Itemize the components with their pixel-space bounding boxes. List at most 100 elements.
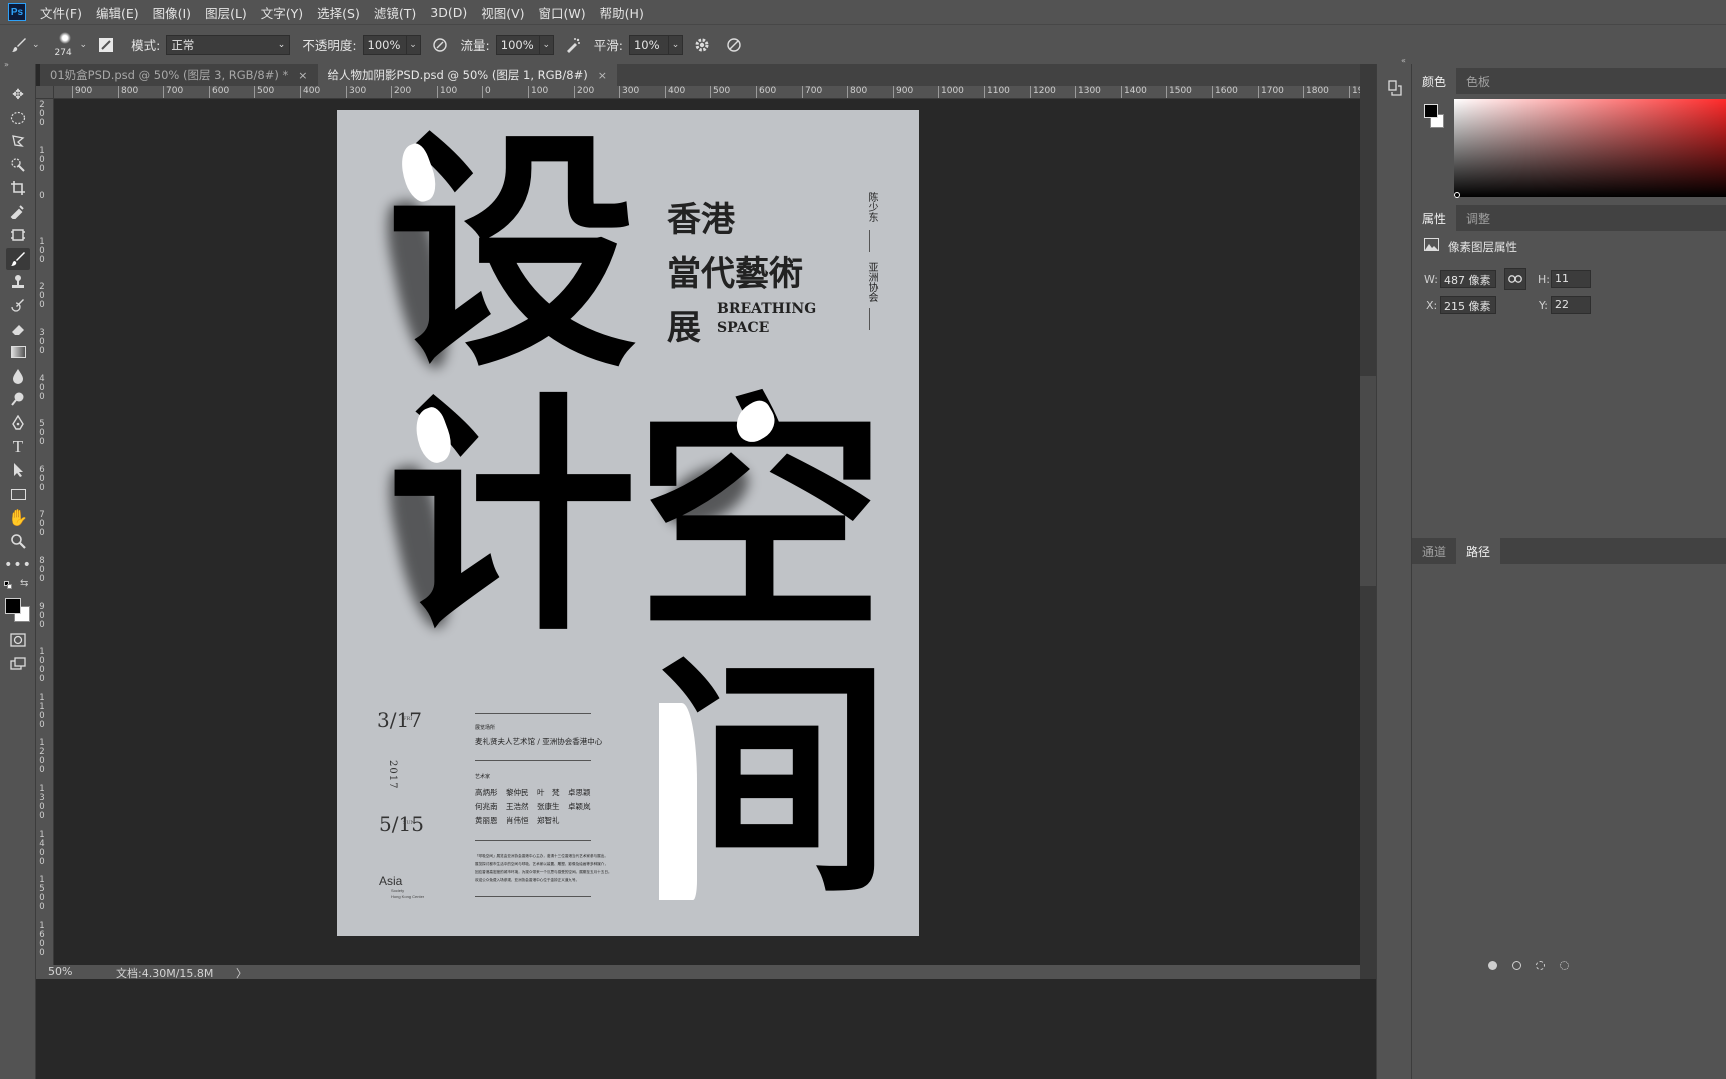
rectangle-tool-icon[interactable] <box>6 483 30 505</box>
toolbar-collapse-icon[interactable]: » <box>4 60 9 69</box>
quick-mask-icon[interactable] <box>6 629 30 651</box>
fill-path-icon[interactable] <box>1488 961 1497 970</box>
move-tool-icon[interactable]: ✥ <box>6 84 30 106</box>
brush-tool-icon[interactable] <box>8 34 30 56</box>
poster-vertical-line <box>869 308 870 330</box>
menu-help[interactable]: 帮助(H) <box>600 3 644 22</box>
smooth-input[interactable]: 10% <box>628 34 669 55</box>
path-select-tool-icon[interactable] <box>6 459 30 481</box>
color-panel-tabs: 颜色 色板 <box>1412 68 1726 94</box>
foreground-color-swatch[interactable] <box>5 598 21 614</box>
height-input[interactable]: 11 <box>1551 270 1591 288</box>
ruler-tick-label: 700 <box>39 510 45 538</box>
history-brush-tool-icon[interactable] <box>6 294 30 316</box>
opacity-dropdown[interactable]: ⌄ <box>406 34 421 55</box>
zoom-level[interactable]: 50% <box>48 965 72 978</box>
tab-paths[interactable]: 路径 <box>1456 538 1501 564</box>
quick-select-tool-icon[interactable] <box>6 154 30 176</box>
photoshop-logo[interactable]: Ps <box>8 3 26 21</box>
scrollbar-thumb[interactable] <box>1360 376 1376 586</box>
brush-preset-picker[interactable]: 274 <box>54 30 76 60</box>
x-input[interactable]: 215 像素 <box>1440 296 1496 314</box>
asia-logo-text: Asia <box>379 874 403 888</box>
menu-3d[interactable]: 3D(D) <box>430 5 467 20</box>
menu-view[interactable]: 视图(V) <box>481 3 524 22</box>
tab-document-1[interactable]: 01奶盒PSD.psd @ 50% (图层 3, RGB/8#) * × <box>40 64 318 86</box>
ruler-origin[interactable] <box>36 86 54 99</box>
opacity-input[interactable]: 100% <box>362 34 407 55</box>
link-dimensions-icon[interactable] <box>1504 268 1526 290</box>
brush-tool-icon[interactable] <box>6 248 30 270</box>
history-panel-icon[interactable] <box>1386 78 1404 98</box>
menu-edit[interactable]: 编辑(E) <box>96 3 139 22</box>
menu-layer[interactable]: 图层(L) <box>205 3 247 22</box>
tab-color[interactable]: 颜色 <box>1412 68 1457 94</box>
gradient-tool-icon[interactable] <box>6 341 30 363</box>
mode-value: 正常 <box>171 37 195 52</box>
dodge-tool-icon[interactable] <box>6 388 30 410</box>
zoom-tool-icon[interactable] <box>6 530 30 552</box>
ruler-tick <box>118 86 119 98</box>
artist-name: 黄丽恩 <box>475 816 498 825</box>
tab-properties[interactable]: 属性 <box>1412 205 1457 231</box>
crop-tool-icon[interactable] <box>6 177 30 199</box>
make-work-path-icon[interactable] <box>1560 961 1569 970</box>
mode-select[interactable]: 正常 ⌄ <box>166 34 291 55</box>
ruler-tick <box>482 86 483 98</box>
marquee-tool-icon[interactable] <box>6 107 30 129</box>
tab-channels[interactable]: 通道 <box>1412 538 1456 564</box>
stroke-path-icon[interactable] <box>1512 961 1521 970</box>
default-colors-icon[interactable] <box>4 581 12 589</box>
menu-image[interactable]: 图像(I) <box>153 3 191 22</box>
smooth-value: 10% <box>633 37 660 52</box>
hand-tool-icon[interactable]: ✋ <box>6 506 30 528</box>
gear-icon[interactable] <box>691 34 713 56</box>
canvas-workspace[interactable]: 设 计 空 间 香港 當代藝術 展 BREATHING SPACE 陈少东 亚洲… <box>54 99 1360 965</box>
stamp-tool-icon[interactable] <box>6 271 30 293</box>
flow-input[interactable]: 100% <box>495 34 540 55</box>
screen-mode-icon[interactable] <box>6 653 30 675</box>
menu-select[interactable]: 选择(S) <box>317 3 360 22</box>
pressure-opacity-icon[interactable] <box>429 34 451 56</box>
menu-file[interactable]: 文件(F) <box>40 3 82 22</box>
y-input[interactable]: 22 <box>1551 296 1591 314</box>
close-icon[interactable]: × <box>598 69 607 82</box>
swap-colors-icon[interactable]: ⇆ <box>20 578 28 589</box>
tab-document-2[interactable]: 给人物加阴影PSD.psd @ 50% (图层 1, RGB/8#) × <box>317 64 617 86</box>
eraser-tool-icon[interactable] <box>6 318 30 340</box>
smooth-dropdown[interactable]: ⌄ <box>668 34 683 55</box>
pressure-size-icon[interactable] <box>723 34 745 56</box>
color-picker-field[interactable] <box>1454 99 1726 197</box>
blur-tool-icon[interactable] <box>6 365 30 387</box>
eyedropper-tool-icon[interactable] <box>6 200 30 222</box>
load-selection-icon[interactable] <box>1536 961 1545 970</box>
ruler-tick <box>574 86 575 98</box>
frame-tool-icon[interactable] <box>6 224 30 246</box>
document-canvas[interactable]: 设 计 空 间 香港 當代藝術 展 BREATHING SPACE 陈少东 亚洲… <box>337 110 919 936</box>
color-picker-marker[interactable] <box>1454 192 1460 198</box>
pen-tool-icon[interactable] <box>6 412 30 434</box>
more-tools-icon[interactable]: ••• <box>4 554 31 576</box>
type-tool-icon[interactable]: T <box>6 436 30 458</box>
ruler-vertical[interactable]: 200 100 0 100 200 300 400 500 600 700 800 900 1000 11… <box>36 99 54 965</box>
poster-date-end-day: SUN <box>403 820 416 826</box>
menu-window[interactable]: 窗口(W) <box>539 3 586 22</box>
poster-rule <box>475 760 591 761</box>
menu-type[interactable]: 文字(Y) <box>261 3 303 22</box>
brush-panel-toggle-icon[interactable] <box>95 34 117 56</box>
chevron-down-icon[interactable]: ⌄ <box>32 40 40 50</box>
tab-swatches[interactable]: 色板 <box>1456 68 1500 94</box>
panel-collapse-icon[interactable]: « <box>1401 56 1406 65</box>
tab-adjustments[interactable]: 调整 <box>1456 205 1500 231</box>
ruler-horizontal[interactable]: 900 800 700 600 500 400 300 200 100 0 100 200 300 400… <box>54 86 1360 99</box>
width-input[interactable]: 487 像素 <box>1440 270 1496 288</box>
airbrush-icon[interactable] <box>562 34 584 56</box>
ruler-tick-label: 500 <box>257 86 275 96</box>
foreground-color-swatch[interactable] <box>1424 104 1438 118</box>
ruler-tick-label: 200 <box>39 100 45 128</box>
close-icon[interactable]: × <box>298 69 307 82</box>
chevron-down-icon[interactable]: ⌄ <box>80 40 88 50</box>
flow-dropdown[interactable]: ⌄ <box>539 34 554 55</box>
lasso-tool-icon[interactable] <box>6 130 30 152</box>
menu-filter[interactable]: 滤镜(T) <box>374 3 416 22</box>
